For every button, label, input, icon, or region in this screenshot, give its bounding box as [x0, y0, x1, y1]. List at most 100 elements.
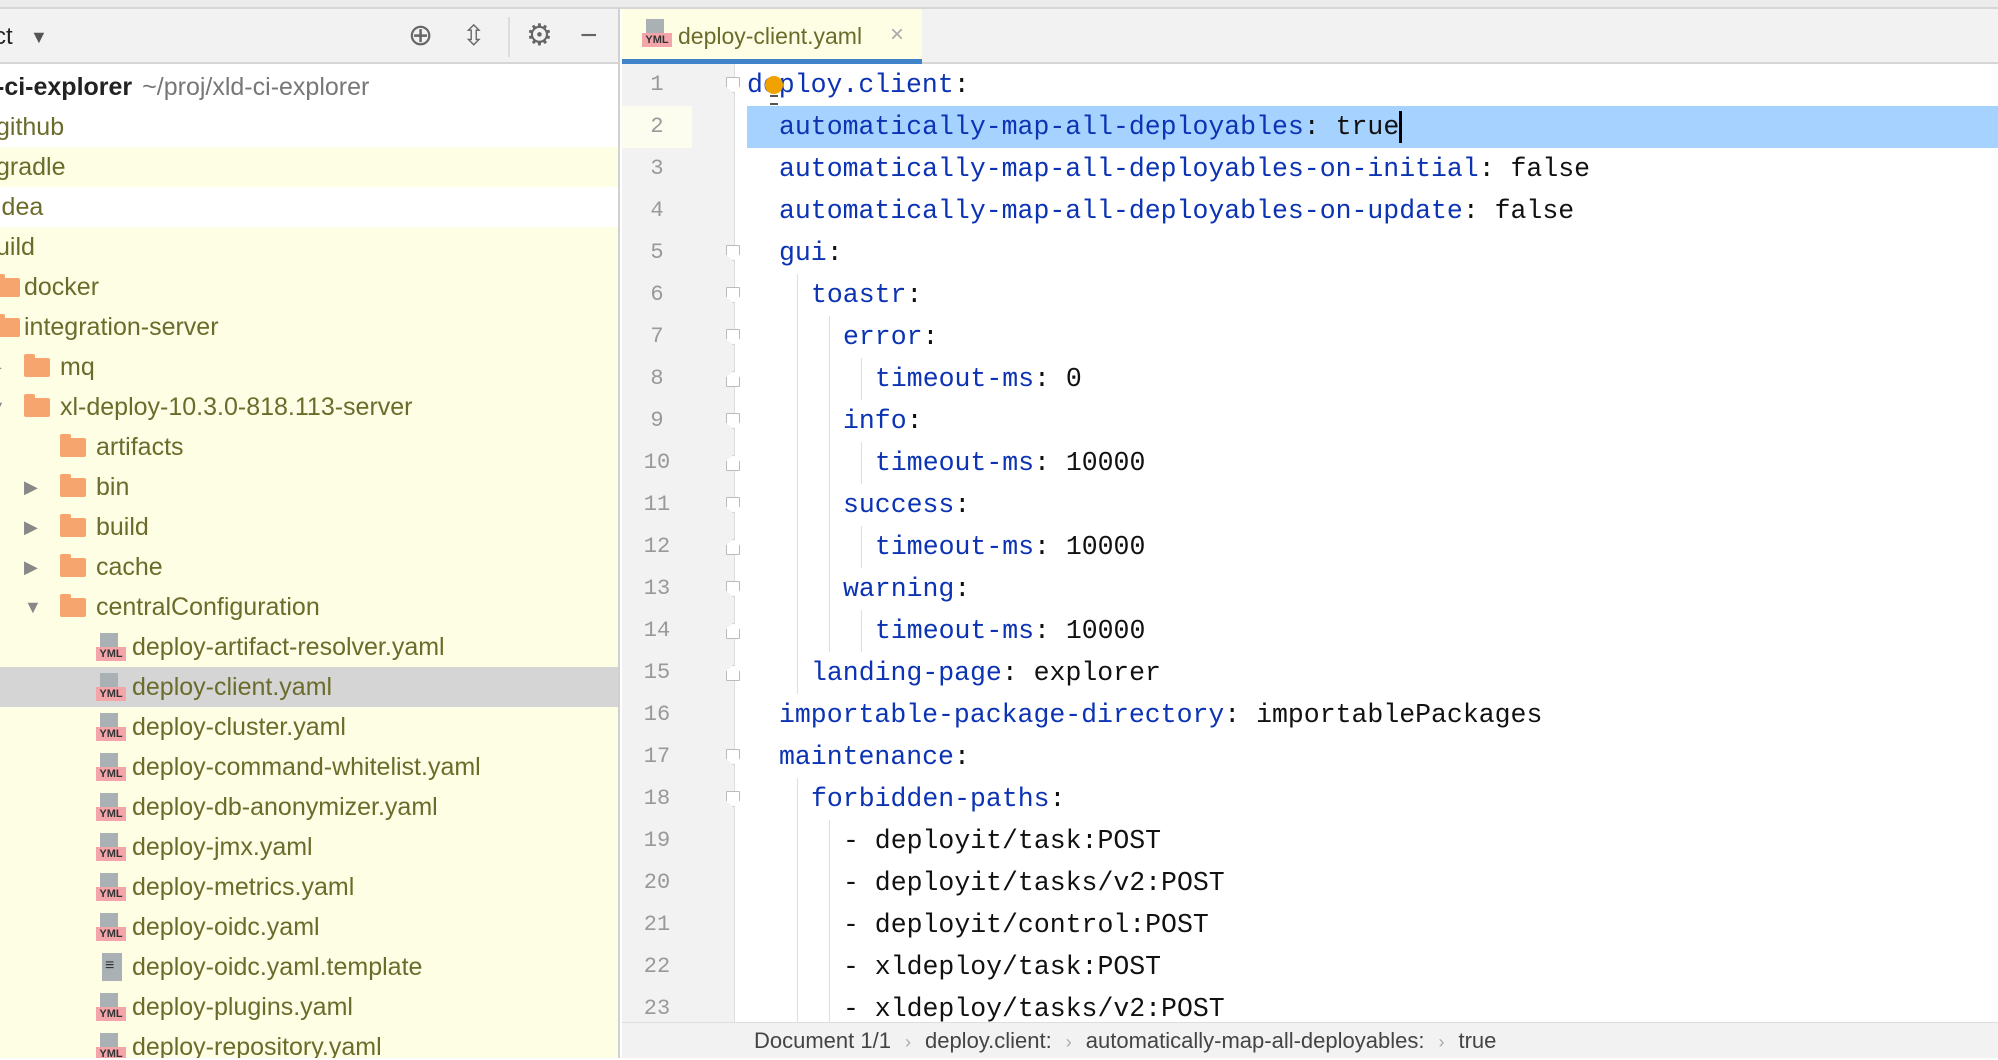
chevron-down-icon[interactable]: ▼: [30, 27, 48, 48]
indent-guide: [797, 568, 798, 610]
code-line[interactable]: deploy.client:: [747, 64, 1998, 106]
code-line[interactable]: importable-package-directory: importable…: [747, 694, 1998, 736]
chevron-right-icon[interactable]: ▶: [24, 547, 38, 587]
divider: [508, 17, 510, 57]
yaml-separator: :: [1049, 784, 1066, 814]
tree-row[interactable]: idea: [0, 187, 618, 227]
code-line[interactable]: timeout-ms: 0: [747, 358, 1998, 400]
code-line[interactable]: maintenance:: [747, 736, 1998, 778]
tab-deploy-client-yaml[interactable]: YML deploy-client.yaml ×: [622, 9, 922, 64]
tree-row[interactable]: integration-server: [0, 307, 618, 347]
yaml-separator: :: [1034, 364, 1066, 394]
code-line[interactable]: timeout-ms: 10000: [747, 526, 1998, 568]
tree-row[interactable]: YML deploy-client.yaml: [0, 667, 618, 707]
tree-row[interactable]: ▼ xl-deploy-10.3.0-818.113-server: [0, 387, 618, 427]
line-number: 11: [643, 492, 671, 517]
yaml-key: warning: [843, 574, 955, 604]
yaml-separator: :: [1462, 196, 1495, 226]
code-line[interactable]: landing-page: explorer: [747, 652, 1998, 694]
code-line[interactable]: toastr:: [747, 274, 1998, 316]
chevron-down-icon[interactable]: ▼: [0, 387, 6, 427]
yaml-separator: :: [1034, 616, 1066, 646]
tree-row[interactable]: YML deploy-oidc.yaml: [0, 907, 618, 947]
tree-row[interactable]: YML deploy-repository.yaml: [0, 1027, 618, 1058]
project-panel-header: ct ▼ ⊕ ⇳ ⚙ −: [0, 9, 618, 64]
code-line[interactable]: - deployit/tasks/v2:POST: [747, 862, 1998, 904]
code-editor[interactable]: 1 2 3 4 5 6 7 8 9 10 11 12 13 14 15 16 17 18 19 20 21 22 23 de…: [622, 64, 1998, 1022]
lightbulb-icon[interactable]: [765, 76, 783, 105]
project-view-selector[interactable]: ct: [0, 23, 13, 51]
minimize-icon[interactable]: −: [580, 19, 598, 53]
code-line[interactable]: timeout-ms: 10000: [747, 610, 1998, 652]
tree-row-project-root[interactable]: -ci-explorer ~/proj/xld-ci-explorer: [0, 67, 618, 107]
tree-row[interactable]: YML deploy-plugins.yaml: [0, 987, 618, 1027]
chevron-right-icon[interactable]: ▶: [24, 467, 38, 507]
code-line[interactable]: automatically-map-all-deployables-on-ini…: [747, 148, 1998, 190]
breadcrumb-item[interactable]: true: [1458, 1028, 1496, 1053]
yaml-value: - deployit/task:POST: [843, 826, 1162, 856]
yaml-separator: :: [906, 280, 923, 310]
yaml-file-icon: YML: [96, 713, 126, 743]
code-line[interactable]: gui:: [747, 232, 1998, 274]
tree-item-label: integration-server: [24, 313, 219, 341]
code-line[interactable]: success:: [747, 484, 1998, 526]
tree-row[interactable]: ▶ build: [0, 507, 618, 547]
chevron-down-icon[interactable]: ▼: [24, 587, 42, 627]
tree-row[interactable]: YML deploy-metrics.yaml: [0, 867, 618, 907]
tree-row[interactable]: artifacts: [0, 427, 618, 467]
tree-row[interactable]: YML deploy-cluster.yaml: [0, 707, 618, 747]
breadcrumb-item[interactable]: Document 1/1: [754, 1028, 891, 1053]
tree-row[interactable]: ▶ bin: [0, 467, 618, 507]
chevron-right-icon: ›: [904, 1032, 911, 1052]
folder-icon: [60, 594, 86, 617]
tree-row[interactable]: gradle: [0, 147, 618, 187]
indent-guide: [829, 904, 830, 946]
code-line[interactable]: automatically-map-all-deployables: true: [747, 106, 1998, 148]
breadcrumb-item[interactable]: deploy.client:: [925, 1028, 1052, 1053]
yaml-separator: :: [1001, 658, 1034, 688]
chevron-right-icon[interactable]: ▶: [24, 507, 38, 547]
code-line[interactable]: timeout-ms: 10000: [747, 442, 1998, 484]
tree-row[interactable]: ▶ cache: [0, 547, 618, 587]
code-line[interactable]: - deployit/control:POST: [747, 904, 1998, 946]
yaml-separator: :: [954, 490, 971, 520]
tree-row[interactable]: ▼ centralConfiguration: [0, 587, 618, 627]
yaml-value: - xldeploy/task:POST: [843, 952, 1162, 982]
chevron-right-icon[interactable]: ▶: [0, 347, 2, 387]
tree-row[interactable]: YML deploy-jmx.yaml: [0, 827, 618, 867]
indent-guide: [861, 442, 862, 484]
gear-icon[interactable]: ⚙: [526, 19, 553, 53]
line-number: 16: [643, 702, 671, 727]
tree-item-label: uild: [0, 233, 35, 261]
indent-guide: [829, 820, 830, 862]
tree-item-label: deploy-metrics.yaml: [132, 873, 355, 901]
yaml-file-icon: YML: [96, 873, 126, 903]
yaml-file-icon: YML: [642, 19, 672, 49]
tree-row[interactable]: uild: [0, 227, 618, 267]
code-line[interactable]: info:: [747, 400, 1998, 442]
tree-row[interactable]: docker: [0, 267, 618, 307]
code-line[interactable]: error:: [747, 316, 1998, 358]
code-line[interactable]: - xldeploy/task:POST: [747, 946, 1998, 988]
yaml-key: landing-page: [811, 658, 1002, 688]
folder-icon: [24, 394, 50, 417]
breadcrumb-item[interactable]: automatically-map-all-deployables:: [1086, 1028, 1425, 1053]
code-line[interactable]: automatically-map-all-deployables-on-upd…: [747, 190, 1998, 232]
code-line[interactable]: forbidden-paths:: [747, 778, 1998, 820]
tree-item-label: centralConfiguration: [96, 593, 320, 621]
close-icon[interactable]: ×: [890, 21, 904, 49]
code-line[interactable]: - deployit/task:POST: [747, 820, 1998, 862]
tree-row[interactable]: YML deploy-command-whitelist.yaml: [0, 747, 618, 787]
yaml-key: timeout-ms: [875, 532, 1035, 562]
tree-row[interactable]: YML deploy-db-anonymizer.yaml: [0, 787, 618, 827]
code-line[interactable]: - xldeploy/tasks/v2:POST: [747, 988, 1998, 1022]
tree-row[interactable]: deploy-oidc.yaml.template: [0, 947, 618, 987]
yaml-key: toastr: [811, 280, 907, 310]
tree-row[interactable]: ▶ mq: [0, 347, 618, 387]
tree-row[interactable]: YML deploy-artifact-resolver.yaml: [0, 627, 618, 667]
code-line[interactable]: warning:: [747, 568, 1998, 610]
locate-icon[interactable]: ⊕: [408, 19, 433, 53]
tree-row[interactable]: github: [0, 107, 618, 147]
line-number: 3: [650, 156, 664, 181]
collapse-all-icon[interactable]: ⇳: [462, 19, 485, 53]
